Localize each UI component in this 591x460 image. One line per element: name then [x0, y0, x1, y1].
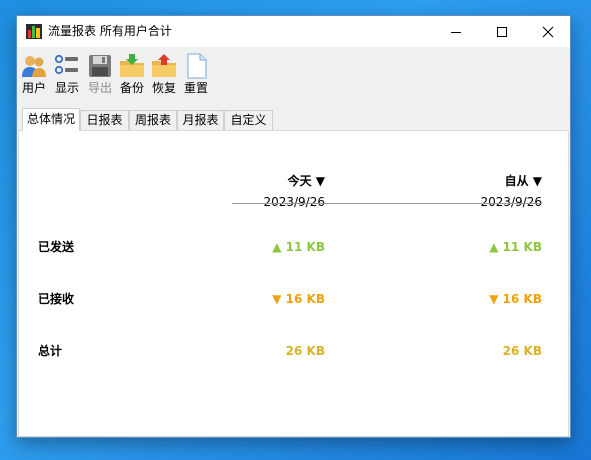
today-column-header[interactable]: 今天 ▼: [225, 174, 325, 188]
reset-button[interactable]: 重置: [181, 53, 211, 97]
received-since-value: ▼ 16 KB: [489, 292, 542, 306]
received-today-value: ▼ 16 KB: [272, 292, 325, 306]
backup-button[interactable]: 备份: [117, 53, 147, 97]
report-window: 流量报表 所有用户合计 用户 显示 导出 备份 恢复 重置 总体情况 日报表 周…: [16, 15, 571, 438]
export-button[interactable]: 导出: [85, 53, 115, 97]
sent-today-value: ▲ 11 KB: [272, 240, 325, 254]
since-column-date: 2023/9/26: [480, 195, 542, 209]
folder-download-icon: [120, 54, 144, 77]
window-title: 流量报表 所有用户合计: [48, 24, 172, 38]
display-label: 显示: [54, 81, 79, 95]
minimize-icon: [451, 31, 461, 33]
total-row-label: 总计: [38, 344, 63, 358]
reset-label: 重置: [183, 81, 208, 95]
tab-custom[interactable]: 自定义: [224, 110, 273, 130]
folder-upload-icon: [152, 54, 176, 77]
tab-daily[interactable]: 日报表: [80, 110, 129, 130]
sent-since-value: ▲ 11 KB: [489, 240, 542, 254]
toolbar: 用户 显示 导出 备份 恢复 重置: [17, 51, 570, 97]
restore-label: 恢复: [151, 81, 176, 95]
export-label: 导出: [87, 81, 112, 95]
tab-weekly[interactable]: 周报表: [129, 110, 177, 130]
tab-overview[interactable]: 总体情况: [22, 108, 80, 131]
bar-chart-app-icon: [26, 24, 42, 39]
header-divider: [232, 203, 542, 204]
received-row-label: 已接收: [38, 292, 75, 306]
total-since-value: 26 KB: [502, 344, 542, 358]
close-button[interactable]: [525, 16, 571, 47]
users-label: 用户: [21, 81, 46, 95]
minimize-button[interactable]: [433, 16, 479, 47]
users-button[interactable]: 用户: [19, 53, 49, 97]
maximize-button[interactable]: [479, 16, 525, 47]
total-today-value: 26 KB: [285, 344, 325, 358]
today-column-date: 2023/9/26: [263, 195, 325, 209]
restore-button[interactable]: 恢复: [149, 53, 179, 97]
sent-row-label: 已发送: [38, 240, 75, 254]
maximize-icon: [497, 26, 507, 37]
blank-document-icon: [187, 53, 207, 79]
backup-label: 备份: [119, 81, 144, 95]
tab-monthly[interactable]: 月报表: [177, 110, 224, 130]
display-list-icon: [54, 54, 78, 75]
title-bar[interactable]: 流量报表 所有用户合计: [17, 16, 570, 47]
close-icon: [542, 26, 554, 37]
display-button[interactable]: 显示: [52, 53, 82, 97]
since-column-header[interactable]: 自从 ▼: [442, 174, 542, 188]
overview-panel: 今天 ▼ 2023/9/26 自从 ▼ 2023/9/26 已发送 ▲ 11 K…: [18, 130, 569, 437]
floppy-disk-icon: [89, 55, 111, 77]
users-icon: [22, 56, 46, 77]
